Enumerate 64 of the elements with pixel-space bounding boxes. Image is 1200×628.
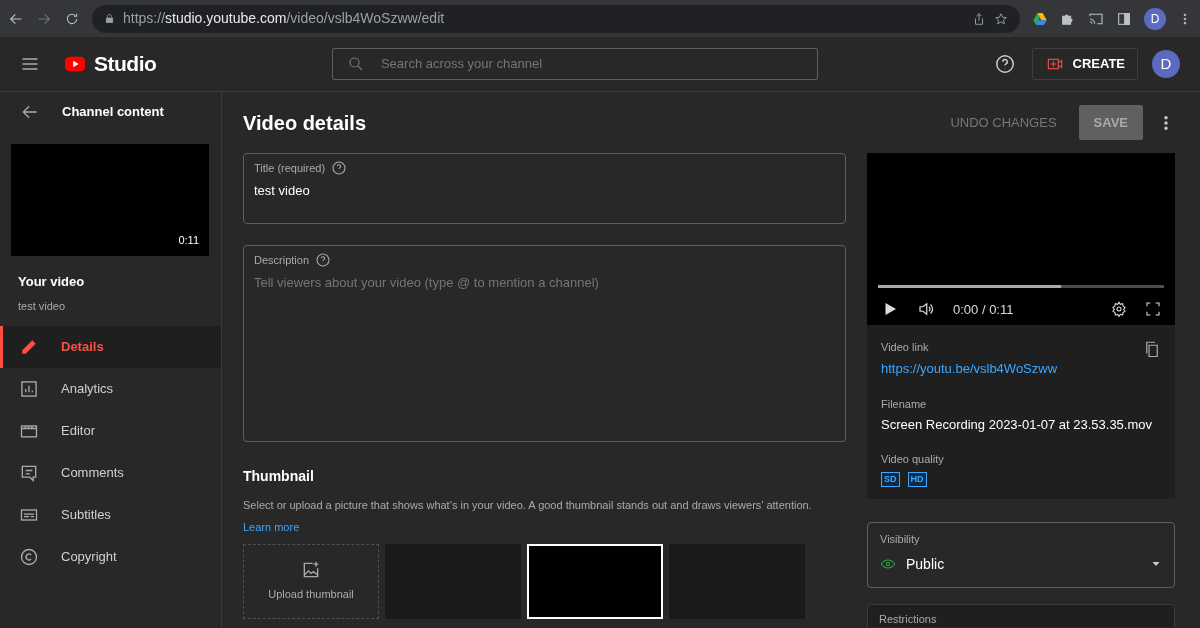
logo-text[interactable]: Studio bbox=[94, 48, 157, 80]
duration-label: 0:11 bbox=[178, 232, 199, 248]
time-display: 0:00 / 0:11 bbox=[953, 300, 1014, 319]
filename-text: Screen Recording 2023-01-07 at 23.53.35.mov bbox=[881, 416, 1153, 434]
sidebar-item[interactable]: Editor bbox=[0, 410, 221, 452]
sidebar-item[interactable]: Comments bbox=[0, 452, 221, 494]
field-label: Visibility bbox=[880, 532, 921, 547]
description-box[interactable]: Description Tell viewers about your video (type @ to mention a channel) bbox=[243, 245, 846, 442]
visibility-value: Public bbox=[906, 554, 945, 574]
video-heading: Your video bbox=[18, 273, 86, 291]
sidebar-item[interactable]: Details bbox=[0, 326, 221, 368]
create-button[interactable]: CREATE bbox=[1031, 48, 1138, 80]
progress-track[interactable] bbox=[878, 285, 1164, 288]
profile-avatar[interactable]: D bbox=[1144, 7, 1166, 30]
sidebar-item[interactable]: Subtitles bbox=[0, 494, 221, 536]
url-text: https://studio.youtube.com/video/vslb4WoSzww/edit bbox=[123, 9, 445, 28]
side-panel-icon[interactable] bbox=[1116, 10, 1132, 27]
comment-icon bbox=[19, 463, 39, 483]
sidebar-item[interactable]: Copyright bbox=[0, 536, 221, 578]
quality-badge: HD bbox=[907, 472, 927, 487]
quality-badge: SD bbox=[881, 472, 900, 487]
help-icon[interactable] bbox=[331, 160, 348, 177]
field-label: Video link bbox=[881, 340, 930, 355]
search-field[interactable]: Search across your channel bbox=[378, 53, 803, 75]
section-title: Channel content bbox=[62, 103, 164, 122]
description-field[interactable]: Tell viewers about your video (type @ to mention a channel) bbox=[254, 272, 835, 435]
drive-icon[interactable] bbox=[1032, 10, 1048, 27]
settings-icon[interactable] bbox=[1111, 301, 1127, 318]
share-icon[interactable] bbox=[972, 11, 986, 26]
field-label: Description bbox=[254, 253, 310, 268]
pencil-icon bbox=[19, 337, 39, 357]
star-icon[interactable] bbox=[994, 11, 1008, 26]
search-box[interactable]: Search across your channel bbox=[331, 48, 818, 80]
copyright-icon bbox=[19, 547, 39, 567]
field-label: Title (required) bbox=[254, 161, 326, 176]
visibility-dropdown[interactable]: Visibility Public bbox=[867, 522, 1175, 588]
search-icon bbox=[346, 55, 365, 73]
sidebar-item[interactable]: Analytics bbox=[0, 368, 221, 410]
learn-more-link[interactable]: Learn more bbox=[243, 518, 300, 535]
video-title: test video bbox=[18, 298, 67, 314]
address-bar[interactable]: https://studio.youtube.com/video/vslb4WoSzww/edit bbox=[92, 4, 1020, 33]
lock-icon bbox=[104, 13, 115, 24]
title-box[interactable]: Title (required) test video bbox=[243, 153, 846, 224]
page-heading: Video details bbox=[243, 110, 366, 136]
section-heading: Thumbnail bbox=[243, 467, 315, 486]
copy-icon[interactable] bbox=[1143, 339, 1161, 359]
eye-icon bbox=[880, 556, 896, 572]
restrictions-panel[interactable]: Restrictions bbox=[867, 603, 1175, 627]
help-icon[interactable] bbox=[315, 252, 332, 269]
bar-chart-icon bbox=[19, 379, 39, 399]
help-icon[interactable] bbox=[993, 53, 1016, 75]
account-avatar[interactable]: D bbox=[1152, 50, 1180, 78]
video-link[interactable]: https://youtu.be/vslb4WoSzww bbox=[881, 358, 1058, 378]
field-label: Restrictions bbox=[879, 611, 938, 627]
help-text: Select or upload a picture that shows what’s in your video. A good thumbnail stands out and draws viewers’ attention. bbox=[243, 498, 813, 513]
fullscreen-icon[interactable] bbox=[1145, 301, 1161, 318]
title-field[interactable]: test video bbox=[254, 180, 835, 200]
video-thumbnail[interactable]: 0:11 bbox=[11, 144, 209, 256]
add-image-icon bbox=[301, 559, 321, 580]
thumbnail-option[interactable] bbox=[527, 543, 663, 619]
field-label: Filename bbox=[881, 396, 928, 412]
field-label: Video quality bbox=[881, 451, 945, 467]
video-player[interactable]: 0:00 / 0:11 bbox=[867, 153, 1175, 325]
upload-thumbnail-button[interactable]: Upload thumbnail bbox=[243, 543, 379, 619]
